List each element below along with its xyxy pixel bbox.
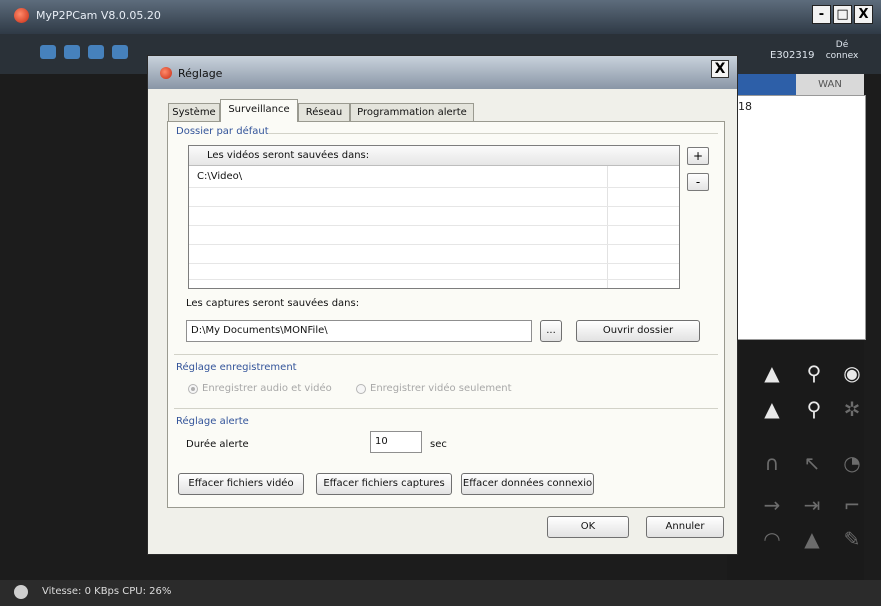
dialog-logo-icon [160, 67, 172, 79]
tilt-up-icon[interactable]: ▲ [760, 362, 784, 384]
cancel-button[interactable]: Annuler [646, 516, 724, 538]
wrench-icon[interactable]: ✎ [840, 528, 864, 550]
row-line [189, 263, 679, 264]
flag-icon[interactable]: ⌐ [840, 494, 864, 516]
delete-videos-button[interactable]: Effacer fichiers vidéo [178, 473, 304, 495]
app-title: MyP2PCam V8.0.05.20 [36, 9, 161, 22]
dialog-title-bar[interactable]: Réglage X [148, 56, 737, 89]
maximize-button[interactable]: □ [833, 5, 852, 24]
captures-path-field[interactable]: D:\My Documents\MONFile\ [186, 320, 532, 342]
login-icon[interactable]: ⇥ [800, 494, 824, 516]
snapshot-icon[interactable]: ◔ [840, 452, 864, 474]
close-button[interactable]: X [854, 5, 873, 24]
wifi-icon[interactable]: ◠ [760, 528, 784, 550]
zoom-out-icon[interactable]: ⚲ [802, 398, 826, 420]
delete-captures-button[interactable]: Effacer fichiers captures [316, 473, 452, 495]
group-label-default-folder: Dossier par défaut [176, 126, 269, 137]
disconnect-button[interactable]: Dé connex [822, 40, 862, 62]
row-line [189, 225, 679, 226]
status-icon [14, 585, 28, 599]
status-text: Vitesse: 0 KBps CPU: 26% [42, 586, 172, 597]
tab-wan[interactable]: WAN [796, 74, 864, 95]
tab-surveillance[interactable]: Surveillance [220, 99, 298, 122]
warning-icon[interactable]: ▲ [800, 528, 824, 550]
headphones-icon[interactable]: ∩ [760, 452, 784, 474]
camera-id: E302319 [770, 50, 815, 61]
minimize-button[interactable]: - [812, 5, 831, 24]
row-line [189, 279, 679, 280]
alert-duration-unit: sec [430, 439, 447, 450]
arrow-right-icon[interactable]: → [760, 494, 784, 516]
ok-button[interactable]: OK [547, 516, 629, 538]
settings-icon[interactable]: ✲ [840, 398, 864, 420]
list-item[interactable]: C:\Video\ [197, 171, 242, 182]
tab-systeme[interactable]: Système [168, 103, 220, 121]
group-divider [268, 133, 718, 134]
zoom-in-icon[interactable]: ⚲ [802, 362, 826, 384]
group-divider [174, 354, 718, 355]
app-logo-icon [14, 8, 29, 23]
microphone-icon[interactable]: ↖ [800, 452, 824, 474]
column-divider [607, 166, 608, 288]
dialog-title: Réglage [178, 67, 223, 80]
alert-duration-label: Durée alerte [186, 439, 249, 450]
add-folder-button[interactable]: + [687, 147, 709, 165]
radio-audio-video[interactable] [188, 384, 198, 394]
tab-reseau[interactable]: Réseau [298, 103, 350, 121]
group-label-recording: Réglage enregistrement [176, 362, 297, 373]
captures-label: Les captures seront sauvées dans: [186, 298, 360, 309]
main-title-bar: MyP2PCam V8.0.05.20 - □ X [0, 0, 881, 34]
group-label-alert: Réglage alerte [176, 416, 249, 427]
grid-view-icon[interactable] [40, 45, 56, 59]
list-header[interactable]: Les vidéos seront sauvées dans: [189, 146, 679, 166]
browse-button[interactable]: ... [540, 320, 562, 342]
tab-programmation-alerte[interactable]: Programmation alerte [350, 103, 474, 121]
radio-video-only[interactable] [356, 384, 366, 394]
radio-label-video-only: Enregistrer vidéo seulement [370, 383, 512, 394]
video-folder-list[interactable]: Les vidéos seront sauvées dans: C:\Video… [188, 145, 680, 289]
row-line [189, 187, 679, 188]
row-line [189, 244, 679, 245]
radio-label-audio-video: Enregistrer audio et vidéo [202, 383, 332, 394]
app-window: MyP2PCam V8.0.05.20 - □ X E302319 Dé con… [0, 0, 881, 606]
row-line [189, 206, 679, 207]
open-folder-button[interactable]: Ouvrir dossier [576, 320, 700, 342]
tab-lan[interactable] [734, 74, 796, 95]
record-icon[interactable] [88, 45, 104, 59]
clear-connection-data-button[interactable]: Effacer données connexio [461, 473, 594, 495]
tilt-down-icon[interactable]: ▲ [760, 398, 784, 420]
focus-icon[interactable]: ◉ [840, 362, 864, 384]
camera-icon[interactable] [64, 45, 80, 59]
camera-list-panel [727, 95, 866, 340]
settings-dialog: Réglage X Système Surveillance Réseau Pr… [147, 55, 738, 555]
group-divider [174, 408, 718, 409]
remove-folder-button[interactable]: - [687, 173, 709, 191]
search-icon[interactable] [112, 45, 128, 59]
dialog-close-button[interactable]: X [711, 60, 729, 78]
alert-duration-input[interactable]: 10 [370, 431, 422, 453]
